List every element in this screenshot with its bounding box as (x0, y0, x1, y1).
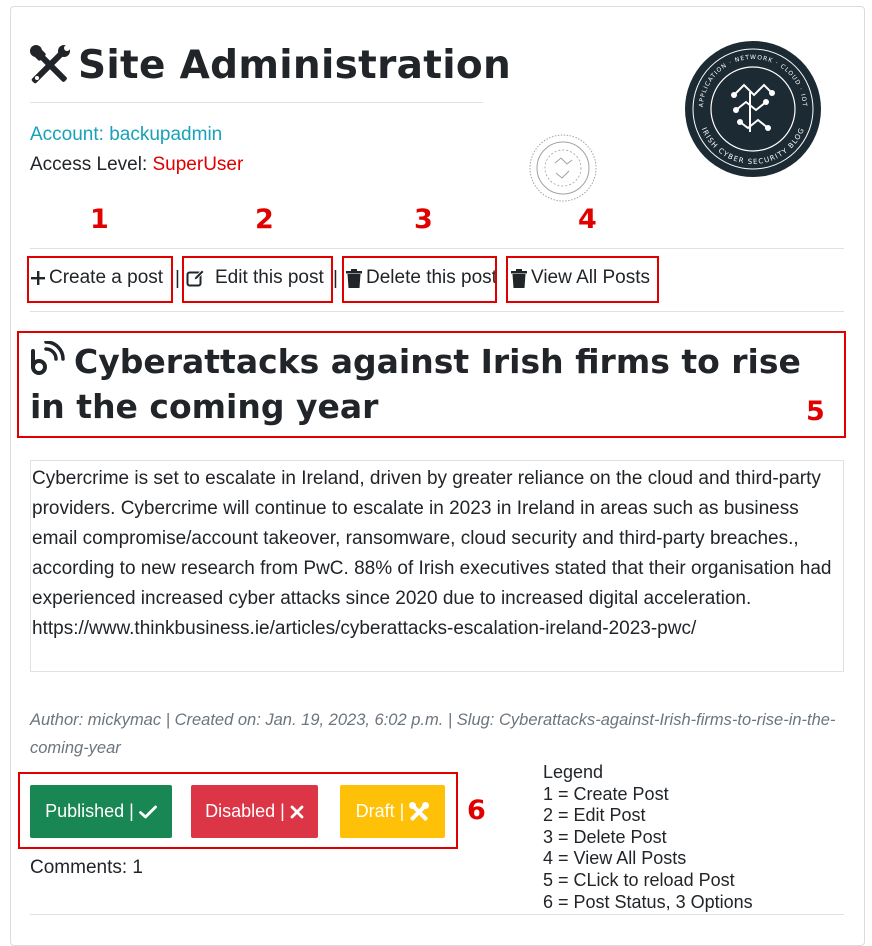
annotation-4: 4 (578, 204, 597, 235)
page-title: Site Administration (78, 42, 512, 88)
access-level-value: SuperUser (152, 154, 244, 175)
account-name: Account: backupadmin (30, 124, 223, 145)
blog-logo-watermark (528, 133, 598, 203)
annotation-1: 1 (90, 204, 109, 235)
action-separator: | (333, 268, 338, 289)
legend-item: 3 = Delete Post (543, 826, 667, 847)
annotation-6: 6 (467, 795, 486, 826)
blog-logo: APPLICATION · NETWORK · CLOUD · IOT IRIS… (684, 40, 822, 178)
legend-item: 4 = View All Posts (543, 848, 687, 869)
annotation-2: 2 (255, 204, 274, 235)
action-separator: | (175, 268, 180, 289)
divider-footer (30, 914, 844, 915)
tools-icon (30, 45, 70, 85)
legend: Legend 1 = Create Post 2 = Edit Post 3 =… (543, 762, 753, 913)
page-header: Site Administration (30, 38, 511, 92)
post-body: Cybercrime is set to escalate in Ireland… (30, 460, 844, 672)
annotation-5: 5 (806, 396, 825, 427)
legend-item: 5 = CLick to reload Post (543, 869, 735, 890)
annotation-box-3 (342, 256, 497, 303)
legend-item: 1 = Create Post (543, 783, 669, 804)
annotation-3: 3 (414, 204, 433, 235)
annotation-box-2 (182, 256, 333, 303)
access-level-label: Access Level: (30, 154, 153, 175)
annotation-box-4 (506, 256, 659, 303)
annotation-box-6 (18, 772, 458, 849)
title-divider (30, 102, 483, 103)
divider-bottom (30, 311, 844, 312)
comments-count: Comments: 1 (30, 857, 143, 878)
annotation-box-1 (27, 256, 173, 303)
access-level: Access Level: SuperUser (30, 154, 243, 176)
legend-title: Legend (543, 762, 604, 782)
post-meta: Author: mickymac | Created on: Jan. 19, … (30, 711, 836, 757)
legend-item: 6 = Post Status, 3 Options (543, 891, 753, 912)
annotation-box-5 (17, 331, 846, 438)
divider-top (30, 248, 844, 249)
legend-item: 2 = Edit Post (543, 805, 646, 826)
